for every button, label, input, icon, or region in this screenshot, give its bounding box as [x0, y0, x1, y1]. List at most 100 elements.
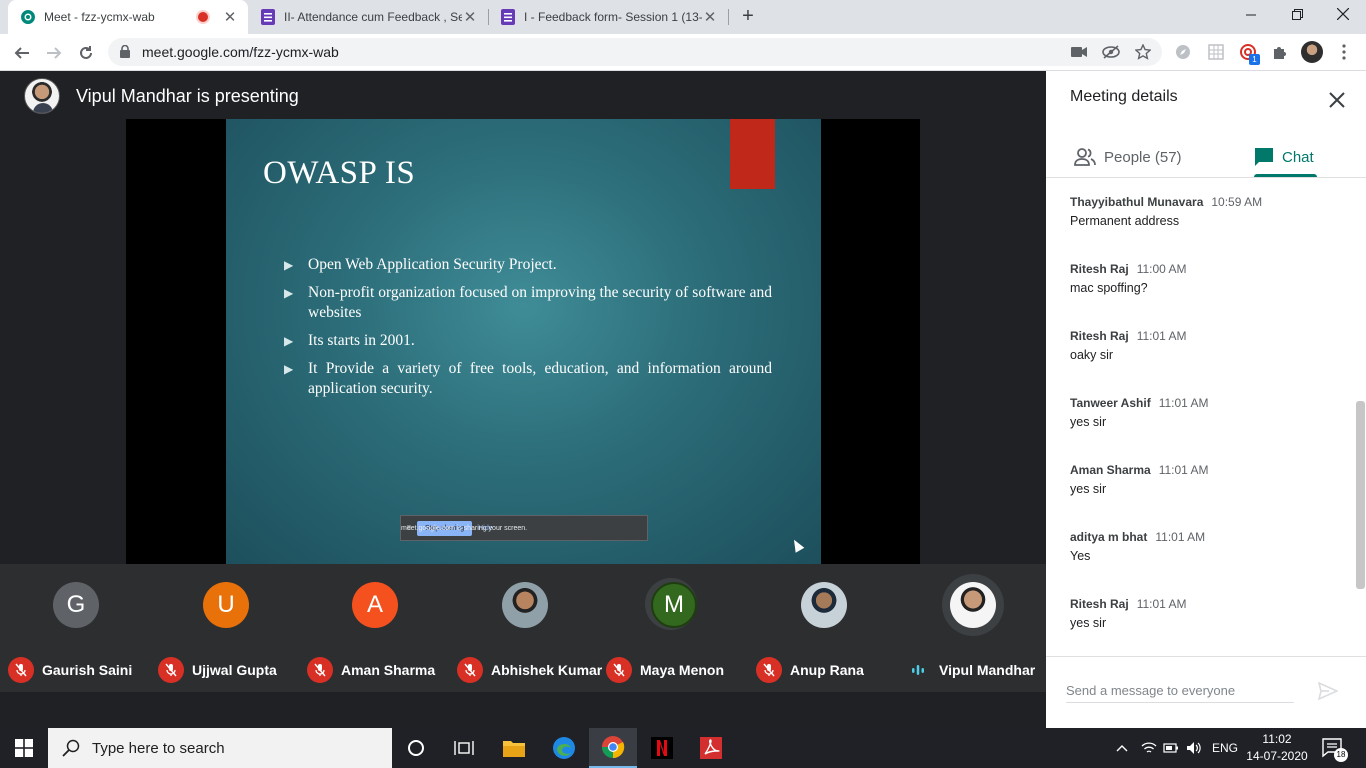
- send-icon[interactable]: [1317, 681, 1340, 702]
- extension-fingerprint-icon[interactable]: 1: [1238, 42, 1260, 65]
- presentation-stage: Vipul Mandhar is presenting OWASP IS ▶ O…: [0, 71, 1046, 564]
- participant-name: Gaurish Saini: [42, 662, 133, 678]
- netflix-icon[interactable]: [638, 728, 686, 768]
- message-sender: Thayyibathul Munavara: [1070, 195, 1204, 209]
- close-panel-button[interactable]: [1326, 89, 1348, 111]
- profile-avatar[interactable]: [1301, 41, 1323, 63]
- forms-icon: [260, 9, 276, 25]
- message-text: Yes: [1070, 549, 1091, 563]
- wifi-icon[interactable]: [1138, 728, 1160, 768]
- participant-tile[interactable]: G Gaurish Saini: [0, 564, 150, 694]
- new-tab-button[interactable]: +: [737, 5, 759, 27]
- close-window-button[interactable]: [1320, 0, 1366, 30]
- tab-people-label: People (57): [1104, 148, 1182, 166]
- bookmark-star-icon[interactable]: [1134, 44, 1152, 60]
- extension-compass-icon[interactable]: [1173, 42, 1193, 62]
- meet-icon: [20, 9, 36, 25]
- file-explorer-icon[interactable]: [490, 728, 538, 768]
- participant-photo: [801, 582, 847, 628]
- browser-toolbar: meet.google.com/fzz-ycmx-wab 1: [0, 34, 1366, 71]
- windows-start-icon[interactable]: [0, 728, 48, 768]
- presenter-avatar: [24, 78, 60, 114]
- participant-name: Maya Menon: [640, 662, 725, 678]
- address-bar[interactable]: meet.google.com/fzz-ycmx-wab: [108, 38, 1162, 66]
- mic-muted-icon: [158, 657, 184, 683]
- tab-chat[interactable]: Chat: [1254, 137, 1314, 177]
- chrome-menu-icon[interactable]: [1334, 42, 1354, 62]
- message-sender: Ritesh Raj: [1070, 262, 1129, 276]
- slide-bullet: ▶ Its starts in 2001.: [284, 331, 772, 351]
- slide-accent-block: [730, 119, 775, 189]
- participant-tile[interactable]: Vipul Mandhar: [897, 564, 1047, 694]
- tab-meet[interactable]: Meet - fzz-ycmx-wab ✕: [8, 0, 248, 34]
- volume-icon[interactable]: [1182, 728, 1206, 768]
- language-indicator[interactable]: ENG: [1212, 728, 1238, 768]
- close-tab-icon[interactable]: ✕: [222, 8, 238, 26]
- screen: Meet - fzz-ycmx-wab ✕ II- Attendance cum…: [0, 0, 1366, 768]
- tab-feedback-form[interactable]: I - Feedback form- Session 1 (13- ✕: [488, 0, 728, 34]
- chat-message: Ritesh Raj 11:01 AM yes sir: [1070, 597, 1187, 630]
- chrome-icon[interactable]: [589, 728, 637, 768]
- tray-chevron-up-icon[interactable]: [1110, 728, 1134, 768]
- participant-tile[interactable]: M Maya Menon: [598, 564, 748, 694]
- browser-tab-strip: Meet - fzz-ycmx-wab ✕ II- Attendance cum…: [0, 0, 1366, 34]
- message-sender: aditya m bhat: [1070, 530, 1148, 544]
- participant-name: Aman Sharma: [341, 662, 436, 678]
- chat-message-input[interactable]: Send a message to everyone: [1066, 683, 1294, 703]
- bullet-text: It Provide a variety of free tools, educ…: [308, 360, 772, 397]
- windows-taskbar: Type here to search ENG 11:02 14-07-2020…: [0, 728, 1366, 768]
- task-view-icon[interactable]: [440, 728, 488, 768]
- message-time: 11:01 AM: [1136, 329, 1187, 343]
- participant-tile[interactable]: Abhishek Kumar: [449, 564, 602, 694]
- chat-message: Aman Sharma 11:01 AM yes sir: [1070, 463, 1209, 496]
- close-tab-icon[interactable]: ✕: [462, 8, 478, 26]
- participant-avatar: U: [203, 582, 249, 628]
- lock-icon[interactable]: [120, 44, 130, 63]
- participant-name: Ujjwal Gupta: [192, 662, 277, 678]
- close-tab-icon[interactable]: ✕: [702, 8, 718, 26]
- participant-tile[interactable]: Anup Rana: [748, 564, 898, 694]
- speaking-indicator-icon: [905, 657, 931, 683]
- message-sender: Aman Sharma: [1070, 463, 1151, 477]
- slide-title: OWASP IS: [263, 155, 416, 191]
- chat-scrollbar[interactable]: [1356, 401, 1365, 589]
- tracking-blocked-icon[interactable]: [1102, 44, 1120, 60]
- participant-tile[interactable]: A Aman Sharma: [299, 564, 449, 694]
- message-time: 11:01 AM: [1158, 463, 1209, 477]
- forward-button[interactable]: [40, 39, 68, 67]
- clock[interactable]: 11:02 14-07-2020: [1244, 731, 1310, 765]
- extensions-puzzle-icon[interactable]: [1270, 42, 1290, 62]
- chat-message: aditya m bhat 11:01 AM Yes: [1070, 530, 1205, 563]
- message-text: yes sir: [1070, 415, 1107, 429]
- participant-name: Vipul Mandhar: [939, 662, 1036, 678]
- edge-icon[interactable]: [540, 728, 588, 768]
- message-sender: Ritesh Raj: [1070, 329, 1129, 343]
- search-icon: [62, 739, 80, 757]
- notification-center-icon[interactable]: 18: [1322, 738, 1348, 762]
- restore-button[interactable]: [1274, 0, 1320, 30]
- minimize-button[interactable]: [1228, 0, 1274, 30]
- reload-button[interactable]: [72, 39, 100, 67]
- meeting-details-panel: Meeting details People (57) Chat Thayyib…: [1046, 71, 1366, 728]
- message-time: 11:00 AM: [1136, 262, 1187, 276]
- slide-bullet: ▶ It Provide a variety of free tools, ed…: [284, 359, 772, 399]
- cortana-icon[interactable]: [392, 728, 440, 768]
- back-button[interactable]: [8, 39, 36, 67]
- extension-badge: 1: [1249, 54, 1260, 65]
- taskbar-search[interactable]: Type here to search: [48, 728, 392, 768]
- slide-bullets: ▶ Open Web Application Security Project.…: [284, 255, 772, 407]
- participant-tile[interactable]: U Ujjwal Gupta: [150, 564, 300, 694]
- battery-icon[interactable]: [1160, 728, 1182, 768]
- extension-grid-icon[interactable]: [1206, 42, 1226, 62]
- chat-message: Ritesh Raj 11:01 AM oaky sir: [1070, 329, 1187, 362]
- bullet-arrow-icon: ▶: [284, 362, 294, 376]
- tab-title: Meet - fzz-ycmx-wab: [44, 10, 155, 24]
- camera-icon[interactable]: [1070, 44, 1088, 60]
- tab-people[interactable]: People (57): [1074, 137, 1182, 177]
- slide-bullet: ▶ Non-profit organization focused on imp…: [284, 283, 772, 323]
- message-text: yes sir: [1070, 482, 1107, 496]
- bullet-text: Non-profit organization focused on impro…: [308, 284, 772, 321]
- acrobat-icon[interactable]: [687, 728, 735, 768]
- message-text: mac spoffing?: [1070, 281, 1148, 295]
- tab-attendance-form[interactable]: II- Attendance cum Feedback , Se ✕: [248, 0, 488, 34]
